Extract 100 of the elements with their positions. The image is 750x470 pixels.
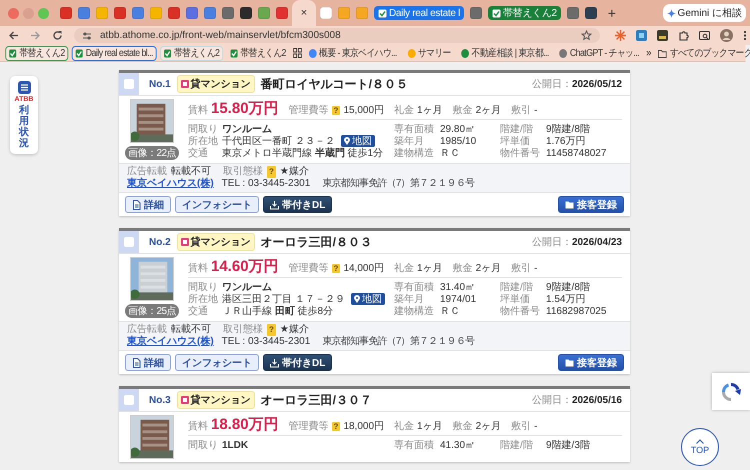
download-icon xyxy=(270,358,279,368)
help-mark[interactable]: ? xyxy=(332,422,340,431)
bookmark-item[interactable]: 概要 - 東京ベイハウ... xyxy=(305,46,400,60)
tab-group-chip[interactable]: Daily real estate l xyxy=(374,6,464,20)
field-label: 坪単価 xyxy=(500,135,531,148)
checkbox[interactable] xyxy=(124,237,134,247)
action-button[interactable]: インフォシート xyxy=(175,196,259,213)
back-to-top-button[interactable]: TOP xyxy=(681,428,719,466)
more-bookmarks-button[interactable]: » xyxy=(646,47,652,59)
field-value: 31.40㎡ xyxy=(440,281,476,294)
bookmark-item[interactable]: 帯替えくん2 xyxy=(160,46,223,60)
action-button[interactable]: 接客登録 xyxy=(558,354,624,371)
field-value: 9階建/8階 xyxy=(546,280,590,294)
star-icon[interactable] xyxy=(581,30,592,41)
listing-title[interactable]: 番町ロイヤルコート/８０５ xyxy=(260,76,408,92)
checkbox-icon xyxy=(230,48,238,58)
field-label: 取引態様 xyxy=(223,324,263,336)
field-value: 29.80㎡ xyxy=(440,123,476,136)
extension-icon[interactable] xyxy=(657,30,668,41)
menu-icon xyxy=(18,81,30,94)
action-button[interactable]: 接客登録 xyxy=(558,196,624,213)
field-label: 管理費等 xyxy=(288,104,329,117)
action-button[interactable]: 詳細 xyxy=(125,354,171,371)
checkbox[interactable] xyxy=(124,395,134,405)
bookmark-item[interactable]: 帯替えくん2 xyxy=(5,46,68,60)
field-label: 賃料 xyxy=(188,104,208,117)
bookmark-item[interactable]: サマリー xyxy=(404,46,454,60)
close-button[interactable]: × xyxy=(300,7,308,19)
photo-count[interactable]: 画像：25点 xyxy=(124,304,180,318)
bookmark-item[interactable]: Daily real estate bl... xyxy=(72,46,156,60)
company-link[interactable]: 東京ベイハウス(株) xyxy=(127,336,214,348)
listing-title[interactable]: オーロラ三田/３０７ xyxy=(260,392,372,408)
gemini-button[interactable]: Gemini に相談 xyxy=(662,4,746,22)
publish-date: 公開日：2026/05/16 xyxy=(532,394,622,407)
field-label: 賃料 xyxy=(188,420,208,433)
license-text: 東京都知事免許（7）第７２１９６号 xyxy=(322,178,474,190)
help-mark[interactable]: ? xyxy=(267,324,276,336)
field-label: 交通 xyxy=(188,304,209,318)
checkbox[interactable] xyxy=(124,79,134,89)
button-label: Gemini に相談 xyxy=(678,6,742,20)
bookmark-label: すべてのブックマーク xyxy=(670,46,750,60)
action-button[interactable]: 帯付きDL xyxy=(263,354,332,371)
bookmark-item[interactable]: すべてのブックマーク xyxy=(654,46,750,60)
help-mark[interactable]: ? xyxy=(332,106,340,115)
browser-tab[interactable]: × xyxy=(292,0,316,26)
tune-icon xyxy=(82,30,92,40)
window-control-icon xyxy=(38,8,49,18)
favicon-icon xyxy=(168,7,180,19)
type-label: 貸マンション xyxy=(190,77,251,91)
back-icon[interactable] xyxy=(8,30,19,41)
bookmark-item[interactable]: 不動産相談 | 東京都... xyxy=(458,46,552,60)
listing-title[interactable]: オーロラ三田/８０３ xyxy=(260,234,372,250)
photo-count[interactable]: 画像：22点 xyxy=(124,146,180,160)
puzzle-icon[interactable] xyxy=(678,30,689,41)
forward-icon[interactable] xyxy=(30,30,41,41)
tab-search-icon[interactable] xyxy=(699,30,710,41)
field-label: 建物構造 xyxy=(394,146,435,160)
field-label: 敷引 xyxy=(511,104,532,117)
more-menu-icon[interactable] xyxy=(743,30,747,41)
favicon-icon xyxy=(78,7,90,19)
license-text: 東京都知事免許（7）第７２１９６号 xyxy=(322,336,474,348)
action-button[interactable]: インフォシート xyxy=(175,354,259,371)
new-tab-button[interactable]: + xyxy=(608,5,616,21)
captcha-badge[interactable] xyxy=(712,373,750,410)
favicon-icon xyxy=(356,7,368,19)
field-value: 東京メトロ半蔵門線 半蔵門 徒歩1分 xyxy=(222,146,384,160)
avatar-icon[interactable] xyxy=(720,29,733,42)
field-value: 11682987025 xyxy=(546,306,606,316)
help-mark[interactable]: ? xyxy=(267,166,276,178)
publish-date: 公開日：2026/04/23 xyxy=(532,236,622,249)
asterisk-icon[interactable] xyxy=(615,30,626,41)
action-button[interactable]: 帯付きDL xyxy=(263,196,332,213)
extension-icon[interactable] xyxy=(636,30,647,41)
address-bar[interactable]: atbb.athome.co.jp/front-web/mainservlet/bfcm300s008 xyxy=(74,28,600,43)
field-label: 専有面積 xyxy=(394,122,435,136)
field-value: 2ヶ月 xyxy=(476,420,502,433)
company-link[interactable]: 東京ベイハウス(株) xyxy=(127,178,214,190)
reload-icon[interactable] xyxy=(52,30,63,41)
publish-date: 公開日：2026/05/12 xyxy=(532,78,622,91)
map-button[interactable]: 地図 xyxy=(350,293,385,305)
bookmark-item[interactable]: ChatGPT - チャッ... xyxy=(556,46,643,60)
download-icon xyxy=(270,200,279,210)
field-value: 11458748027 xyxy=(546,148,606,158)
field-label: 管理費等 xyxy=(288,262,329,275)
favicon-icon xyxy=(132,7,144,19)
help-mark[interactable]: ? xyxy=(332,264,340,273)
field-value: 転載不可 xyxy=(171,324,211,336)
favicon-icon xyxy=(60,7,72,19)
window-control-icon xyxy=(8,8,19,18)
favicon-icon xyxy=(470,7,482,19)
action-button[interactable]: 詳細 xyxy=(125,196,171,213)
bookmark-label: 帯替えくん2 xyxy=(19,46,65,60)
field-value: 1985/10 xyxy=(440,136,476,146)
field-label: 建物構造 xyxy=(394,304,435,318)
tab-group-chip[interactable]: 帯替えくん2 xyxy=(488,6,561,20)
map-button[interactable]: 地図 xyxy=(340,135,375,147)
field-label: 礼金 xyxy=(394,104,414,117)
rent-value: 14.60万円 xyxy=(211,257,279,276)
bookmark-item[interactable]: 帯替えくん2 xyxy=(226,46,290,60)
grid-icon[interactable] xyxy=(292,48,302,58)
